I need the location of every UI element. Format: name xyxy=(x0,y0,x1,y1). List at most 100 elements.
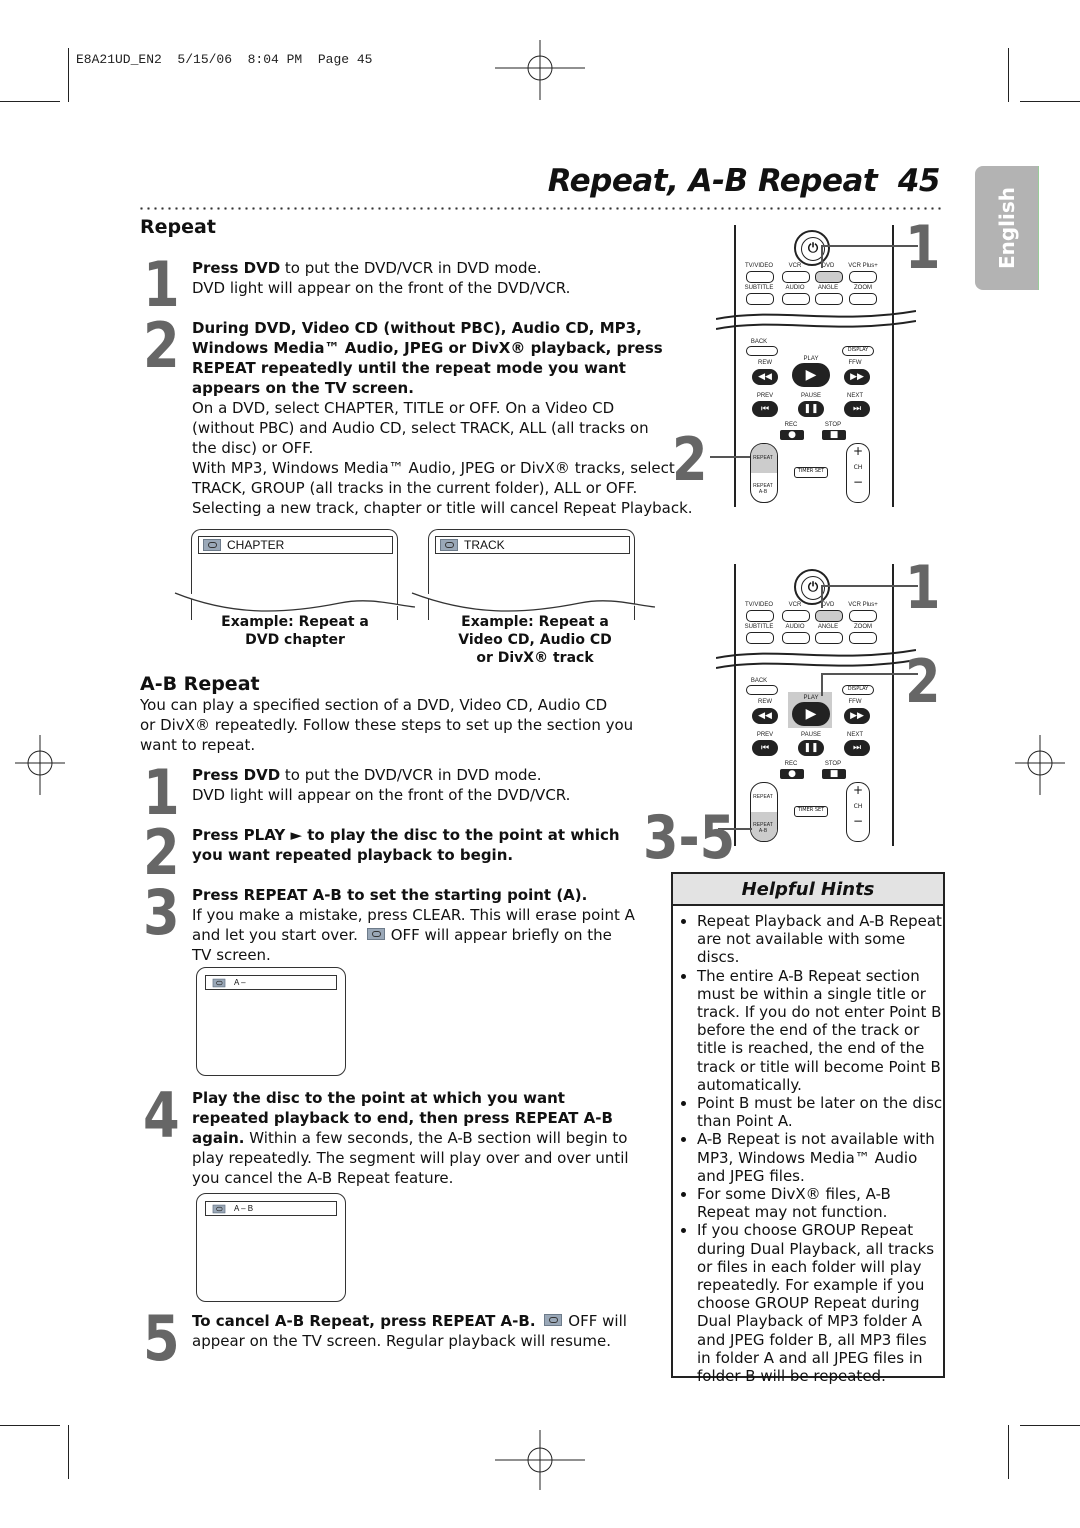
osd-text: A – B xyxy=(234,1204,254,1213)
osd-bar: A – xyxy=(205,975,337,990)
remote-label: REPEAT A-B xyxy=(753,483,773,495)
remote-label: CH xyxy=(853,464,863,471)
hint-item: A-B Repeat is not available with MP3, Wi… xyxy=(697,1130,943,1185)
repeat-icon xyxy=(440,539,458,551)
page-title-block: Repeat, A-B Repeat 45 xyxy=(547,163,941,199)
remote-label: STOP xyxy=(824,422,842,428)
timer-set-button: TIMER SET xyxy=(794,806,828,817)
back-button xyxy=(746,346,778,356)
crop-mark xyxy=(68,1425,69,1479)
step-detail: Within a few seconds, the A-B section wi… xyxy=(244,1129,628,1147)
remote-btn xyxy=(782,632,810,644)
step-detail: With MP3, Windows Media™ Audio, JPEG or … xyxy=(192,459,675,477)
crop-mark xyxy=(1008,1425,1009,1479)
stop-button: ■ xyxy=(822,769,846,779)
registration-mark-top xyxy=(495,40,585,100)
remote-label: STOP xyxy=(824,761,842,767)
remote-label: ANGLE xyxy=(817,624,839,630)
remote-label: PREV xyxy=(756,393,774,399)
remote-label: AUDIO xyxy=(785,624,805,630)
hints-list: Repeat Playback and A-B Repeat are not a… xyxy=(673,912,943,1385)
remote-label: NEXT xyxy=(846,393,863,399)
example-caption-chapter: Example: Repeat a DVD chapter xyxy=(200,613,390,649)
tv-screen-a: A – xyxy=(196,967,346,1076)
remote-label: REPEAT xyxy=(753,794,773,800)
pause-button: ❚❚ xyxy=(798,740,824,756)
step-detail: If you make a mistake, press CLEAR. This… xyxy=(192,906,635,924)
ab-repeat-heading: A-B Repeat xyxy=(140,673,260,695)
repeat-step-2: During DVD, Video CD (without PBC), Audi… xyxy=(192,318,693,518)
play-button: ▶ xyxy=(792,363,830,387)
intro-line: or DivX® repeatedly. Follow these steps … xyxy=(140,716,634,734)
rec-button: ● xyxy=(780,430,804,440)
page-number: 45 xyxy=(897,163,941,199)
osd-text: CHAPTER xyxy=(227,538,285,552)
remote-label: ZOOM xyxy=(854,624,872,630)
remote-label: REPEAT A-B xyxy=(753,822,773,834)
step-number: 2 xyxy=(143,816,180,889)
repeat-icon xyxy=(212,1204,226,1213)
remote-label: VCR xyxy=(788,602,802,608)
ab-step-5: To cancel A-B Repeat, press REPEAT A-B. … xyxy=(192,1311,627,1351)
step-detail: and let you start over. xyxy=(192,926,358,944)
remote-label: REC xyxy=(784,422,798,428)
remote-btn xyxy=(782,293,810,305)
step-detail: play repeatedly. The segment will play o… xyxy=(192,1149,629,1167)
repeat-icon xyxy=(544,1314,563,1326)
dotted-divider xyxy=(138,207,944,210)
step-number: 5 xyxy=(143,1302,180,1375)
registration-mark-left xyxy=(15,735,65,795)
intro-line: want to repeat. xyxy=(140,736,256,754)
page-title: Repeat, A-B Repeat xyxy=(547,163,878,199)
remote-label: TV/VIDEO xyxy=(744,602,773,608)
step-bold: you want repeated playback to begin. xyxy=(192,846,514,864)
osd-text: A – xyxy=(234,978,246,987)
hint-item: For some DivX® files, A-B Repeat may not… xyxy=(697,1185,943,1221)
step-detail: (without PBC) and Audio CD, select TRACK… xyxy=(192,419,649,437)
ffw-button: ▶▶ xyxy=(844,369,870,385)
repeat-heading: Repeat xyxy=(140,216,216,238)
hint-item: Repeat Playback and A-B Repeat are not a… xyxy=(697,912,943,967)
remote-label: CH xyxy=(853,803,863,810)
step-bold: repeated playback to end, then press REP… xyxy=(192,1109,613,1127)
hint-item: Point B must be later on the disc than P… xyxy=(697,1094,943,1130)
crop-mark xyxy=(1020,1425,1080,1426)
remote-btn xyxy=(746,610,774,622)
remote-btn xyxy=(849,632,877,644)
ch-rocker: + CH − xyxy=(846,782,870,842)
remote-btn xyxy=(849,610,877,622)
intro-line: You can play a specified section of a DV… xyxy=(140,696,608,714)
remote-label: REW xyxy=(758,360,772,366)
remote-btn xyxy=(849,271,877,283)
crop-mark xyxy=(0,1425,60,1426)
step-bold: During DVD, Video CD (without PBC), Audi… xyxy=(192,319,642,337)
rew-button: ◀◀ xyxy=(752,708,778,724)
remote-label: REPEAT xyxy=(753,455,773,461)
play-button: ▶ xyxy=(792,702,830,726)
remote-label: FFW xyxy=(848,360,862,366)
remote-btn xyxy=(782,610,810,622)
rew-button: ◀◀ xyxy=(752,369,778,385)
callout-number: 1 xyxy=(905,213,941,283)
back-button xyxy=(746,685,778,695)
step-bold: Windows Media™ Audio, JPEG or DivX® play… xyxy=(192,339,663,357)
callout-number: 2 xyxy=(672,425,708,495)
crop-mark xyxy=(0,101,60,102)
remote-label: ANGLE xyxy=(817,285,839,291)
repeat-step-1: Press DVD to put the DVD/VCR in DVD mode… xyxy=(192,258,570,298)
remote-label: PAUSE xyxy=(801,393,821,399)
step-detail: DVD light will appear on the front of th… xyxy=(192,279,571,297)
step-number: 3 xyxy=(143,876,180,949)
timer-set-button: TIMER SET xyxy=(794,467,828,478)
ffw-button: ▶▶ xyxy=(844,708,870,724)
wavy-break xyxy=(716,310,916,330)
registration-mark-right xyxy=(1015,735,1065,795)
tv-screen-ab: A – B xyxy=(196,1193,346,1302)
step-detail: On a DVD, select CHAPTER, TITLE or OFF. … xyxy=(192,399,615,417)
repeat-icon xyxy=(366,928,385,940)
crop-mark xyxy=(1008,48,1009,102)
example-caption-track: Example: Repeat a Video CD, Audio CD or … xyxy=(435,613,635,667)
remote-label: BACK xyxy=(750,678,768,684)
registration-mark-bottom xyxy=(495,1430,585,1490)
remote-btn xyxy=(782,271,810,283)
